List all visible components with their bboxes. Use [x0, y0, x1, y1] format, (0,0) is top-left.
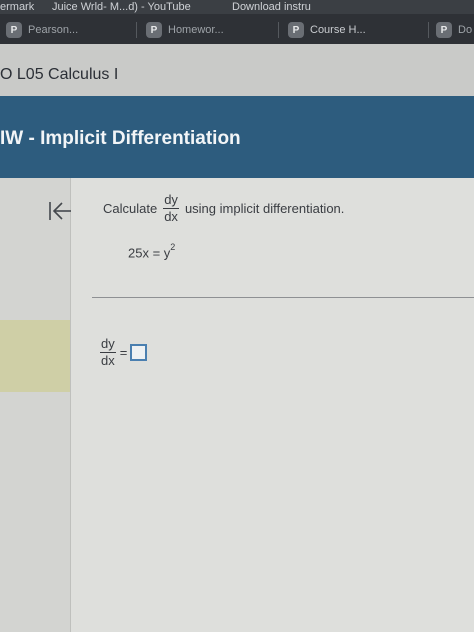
fraction-numerator: dy — [100, 335, 116, 353]
browser-tab-strip: P Pearson... P Homewor... P Course H... … — [0, 14, 474, 44]
tab-label: Do — [458, 24, 473, 36]
collapse-panel-button[interactable] — [42, 196, 78, 226]
tab-label: Course H... — [310, 24, 366, 36]
tab-separator — [136, 22, 137, 38]
fraction-denominator: dx — [101, 352, 115, 368]
answer-input[interactable] — [130, 343, 148, 361]
bookmarks-bar: ermark Juice Wrld- M...d) - YouTube Down… — [0, 0, 474, 14]
equals-sign: = — [119, 344, 128, 360]
answer-fraction: dy dx — [100, 335, 116, 368]
question-divider — [92, 297, 474, 298]
derivative-fraction: dy dx — [163, 191, 179, 224]
pearson-icon: P — [288, 22, 304, 38]
tab-course-home[interactable]: P Course H... — [288, 20, 366, 40]
tab-separator — [278, 22, 279, 38]
course-title: O L05 Calculus I — [0, 66, 119, 83]
fraction-numerator: dy — [163, 191, 179, 209]
equation-text: 25x = y — [128, 245, 171, 261]
tab-other[interactable]: P Do — [436, 20, 472, 40]
pearson-icon: P — [146, 22, 162, 38]
pearson-icon: P — [436, 22, 452, 38]
tab-label: Homewor... — [168, 24, 224, 36]
tab-separator — [428, 22, 429, 38]
bookmark-item[interactable]: Juice Wrld- M...d) - YouTube — [52, 0, 191, 14]
tab-pearson[interactable]: P Pearson... — [6, 20, 78, 40]
assignment-header: IW - Implicit Differentiation — [0, 96, 474, 178]
prompt-suffix: using implicit differentiation. — [184, 200, 345, 216]
pearson-icon: P — [6, 22, 22, 38]
current-question-highlight[interactable] — [0, 320, 80, 392]
prompt-prefix: Calculate — [103, 200, 158, 216]
given-equation: 25x = y2 — [128, 242, 176, 261]
bookmark-item[interactable]: Download instru — [232, 0, 311, 14]
answer-row: dy dx = — [100, 332, 148, 372]
question-prompt: Calculate dy dx using implicit different… — [103, 188, 344, 228]
question-navigator — [0, 178, 80, 632]
course-title-bar: O L05 Calculus I — [0, 44, 474, 100]
assignment-title: IW - Implicit Differentiation — [0, 128, 241, 149]
equation-exponent: 2 — [170, 242, 176, 252]
fraction-denominator: dx — [164, 208, 178, 224]
bookmark-item[interactable]: ermark — [0, 0, 34, 14]
collapse-left-icon — [49, 202, 71, 220]
tab-homework[interactable]: P Homewor... — [146, 20, 224, 40]
tab-label: Pearson... — [28, 24, 79, 36]
